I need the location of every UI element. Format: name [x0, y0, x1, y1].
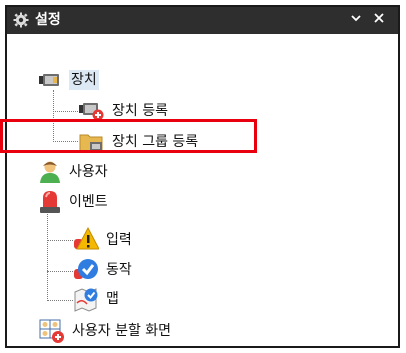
tree-connector [47, 212, 48, 301]
alarm-siren-icon [40, 191, 60, 213]
camera-add-icon [79, 103, 104, 121]
close-button[interactable] [371, 12, 387, 28]
highlight-box [0, 119, 257, 153]
title-bar: 설정 [7, 7, 398, 34]
settings-tree: 장치 장치 등록 장치 그룹 등록 사용자 이벤트 입력 동작 맵 사용자 분할… [7, 34, 398, 346]
tree-item-label: 장치 등록 [112, 103, 168, 119]
tree-item-device[interactable]: 장치 [39, 67, 119, 93]
gear-icon [13, 12, 29, 28]
tree-item-event-map[interactable]: 맵 [73, 286, 163, 312]
tree-item-label: 맵 [106, 291, 119, 307]
tree-item-label: 이벤트 [69, 194, 108, 210]
camera-icon [39, 74, 59, 86]
tree-item-event[interactable]: 이벤트 [39, 189, 139, 215]
window-title: 설정 [35, 12, 61, 28]
close-icon [374, 13, 384, 23]
chevron-down-icon [351, 15, 361, 22]
dropdown-button[interactable] [348, 12, 364, 28]
check-circle-icon [74, 259, 98, 279]
tree-item-user-split-screen[interactable]: 사용자 분할 화면 [39, 318, 219, 344]
tree-item-user[interactable]: 사용자 [39, 159, 139, 185]
map-check-icon [74, 288, 98, 312]
tree-item-label: 동작 [106, 262, 132, 278]
tree-item-label: 장치 [69, 70, 99, 90]
warning-siren-icon [74, 227, 99, 250]
tree-item-label: 사용자 분할 화면 [72, 323, 172, 339]
tree-item-label: 입력 [106, 232, 132, 248]
tree-item-label: 사용자 [69, 164, 108, 180]
tree-connector [47, 240, 73, 241]
settings-panel: 설정 장치 장치 등록 장치 그룹 등록 사용자 이벤트 입력 동작 맵 사용자… [5, 5, 400, 348]
tree-connector [53, 111, 78, 112]
user-icon [40, 161, 60, 183]
tree-item-event-action[interactable]: 동작 [73, 257, 163, 283]
tree-connector [47, 271, 73, 272]
tree-item-event-input[interactable]: 입력 [73, 227, 163, 253]
split-screen-user-icon [39, 319, 64, 343]
tree-connector [47, 300, 73, 301]
